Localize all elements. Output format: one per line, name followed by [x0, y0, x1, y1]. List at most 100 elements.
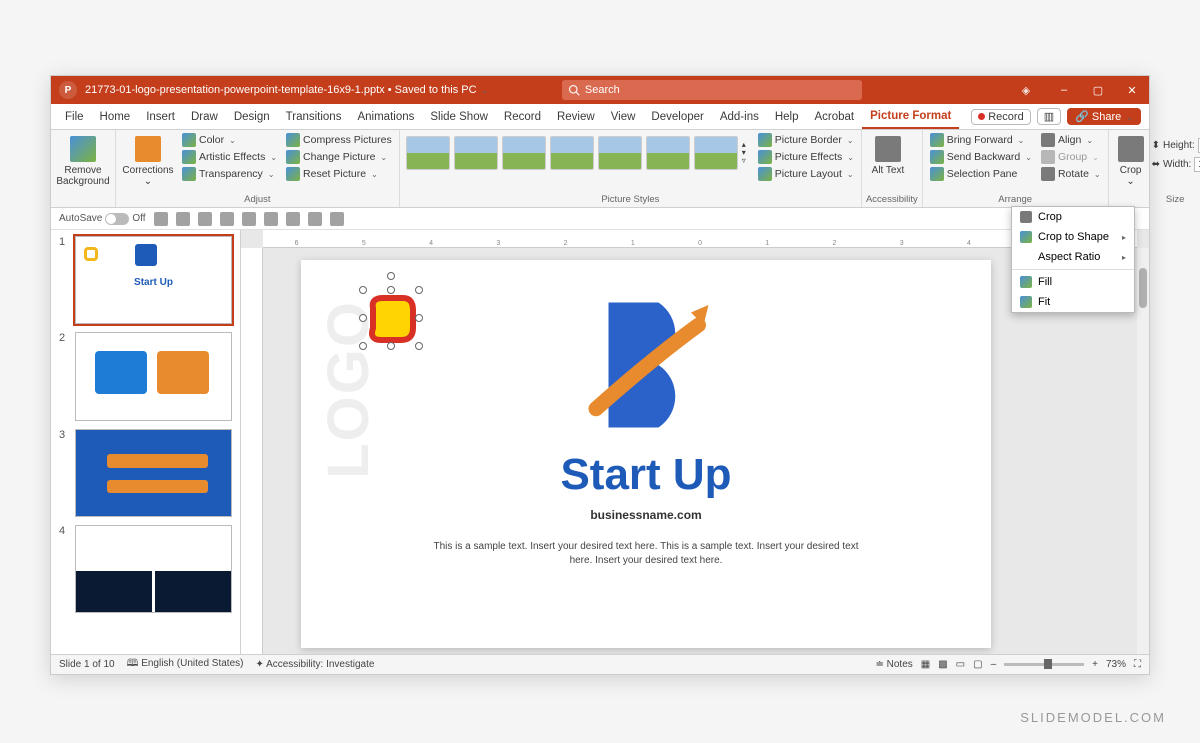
color-button[interactable]: Color⌄ — [179, 132, 280, 148]
resize-handle[interactable] — [387, 286, 395, 294]
style-preset[interactable] — [646, 136, 690, 170]
thumb-4[interactable]: 4 — [59, 525, 232, 613]
view-reading-button[interactable]: ▭ — [956, 659, 965, 670]
reset-picture-button[interactable]: Reset Picture⌄ — [283, 166, 395, 182]
style-preset[interactable] — [406, 136, 450, 170]
record-button[interactable]: Record — [971, 109, 1030, 125]
width-input[interactable] — [1194, 157, 1200, 172]
tab-home[interactable]: Home — [92, 104, 139, 129]
compress-button[interactable]: Compress Pictures — [283, 132, 395, 148]
tab-addins[interactable]: Add-ins — [712, 104, 767, 129]
remove-background-button[interactable]: Remove Background — [55, 132, 111, 187]
autosave-toggle[interactable]: AutoSaveOff — [59, 213, 146, 225]
undo-icon[interactable] — [176, 212, 190, 226]
present-button[interactable]: ▥ — [1037, 108, 1061, 125]
view-normal-button[interactable]: ▦ — [921, 659, 930, 670]
thumb-2[interactable]: 2 — [59, 332, 232, 420]
resize-handle[interactable] — [359, 314, 367, 322]
crop-menu-shape[interactable]: Crop to Shape▸ — [1012, 227, 1134, 247]
tab-transitions[interactable]: Transitions — [278, 104, 350, 129]
zoom-in-button[interactable]: + — [1092, 659, 1098, 670]
slide[interactable]: LOGO Start Up businessname.com This is a… — [301, 260, 991, 648]
resize-handle[interactable] — [415, 286, 423, 294]
resize-handle[interactable] — [415, 342, 423, 350]
qat-icon[interactable] — [330, 212, 344, 226]
minimize-button[interactable]: – — [1047, 76, 1081, 104]
crop-menu-crop[interactable]: Crop — [1012, 207, 1134, 227]
tab-insert[interactable]: Insert — [138, 104, 183, 129]
style-preset[interactable] — [598, 136, 642, 170]
maximize-button[interactable]: ▢ — [1081, 76, 1115, 104]
rotate-handle[interactable] — [387, 272, 395, 280]
style-preset[interactable] — [502, 136, 546, 170]
thumb-1[interactable]: 1 Start Up — [59, 236, 232, 324]
tab-design[interactable]: Design — [226, 104, 278, 129]
qat-icon[interactable] — [264, 212, 278, 226]
tab-developer[interactable]: Developer — [643, 104, 711, 129]
slide-subtitle: businessname.com — [301, 508, 991, 522]
search-box[interactable]: Search — [562, 80, 862, 100]
close-button[interactable]: ✕ — [1115, 76, 1149, 104]
tab-draw[interactable]: Draw — [183, 104, 226, 129]
tab-animations[interactable]: Animations — [349, 104, 422, 129]
view-slideshow-button[interactable]: ▢ — [973, 659, 982, 670]
crop-menu-fit[interactable]: Fit — [1012, 292, 1134, 312]
crop-menu-aspect[interactable]: Aspect Ratio▸ — [1012, 247, 1134, 267]
picture-styles-gallery[interactable]: ▴▾▿ — [404, 132, 748, 174]
zoom-out-button[interactable]: – — [991, 659, 997, 670]
tab-record[interactable]: Record — [496, 104, 549, 129]
zoom-value[interactable]: 73% — [1106, 659, 1126, 670]
bring-forward-button[interactable]: Bring Forward⌄ — [927, 132, 1035, 148]
gallery-more-button[interactable]: ▴▾▿ — [742, 141, 746, 165]
resize-handle[interactable] — [359, 342, 367, 350]
vertical-scrollbar[interactable] — [1137, 248, 1149, 654]
tab-view[interactable]: View — [603, 104, 644, 129]
tab-review[interactable]: Review — [549, 104, 603, 129]
send-backward-button[interactable]: Send Backward⌄ — [927, 149, 1035, 165]
scrollbar-thumb[interactable] — [1139, 268, 1147, 308]
share-button[interactable]: 🔗 Share ⌄ — [1067, 108, 1141, 125]
tab-slideshow[interactable]: Slide Show — [422, 104, 496, 129]
resize-handle[interactable] — [387, 342, 395, 350]
picture-border-button[interactable]: Picture Border⌄ — [755, 132, 857, 148]
style-preset[interactable] — [454, 136, 498, 170]
qat-icon[interactable] — [308, 212, 322, 226]
selection-pane-button[interactable]: Selection Pane — [927, 166, 1035, 182]
selected-picture[interactable] — [363, 290, 419, 346]
style-preset[interactable] — [550, 136, 594, 170]
notes-button[interactable]: ≐ Notes — [875, 659, 912, 670]
align-button[interactable]: Align⌄ — [1038, 132, 1104, 148]
alt-text-button[interactable]: Alt Text — [866, 132, 910, 176]
change-picture-button[interactable]: Change Picture⌄ — [283, 149, 395, 165]
rotate-button[interactable]: Rotate⌄ — [1038, 166, 1104, 182]
resize-handle[interactable] — [359, 286, 367, 294]
picture-effects-button[interactable]: Picture Effects⌄ — [755, 149, 857, 165]
location-icon[interactable]: ◈ — [1009, 76, 1043, 104]
tab-help[interactable]: Help — [767, 104, 807, 129]
transparency-button[interactable]: Transparency⌄ — [179, 166, 280, 182]
zoom-slider[interactable] — [1004, 663, 1084, 666]
style-preset[interactable] — [694, 136, 738, 170]
tab-picture-format[interactable]: Picture Format — [862, 104, 959, 129]
fit-to-window-button[interactable]: ⛶ — [1134, 659, 1141, 670]
tab-file[interactable]: File — [57, 104, 92, 129]
picture-layout-button[interactable]: Picture Layout⌄ — [755, 166, 857, 182]
artistic-effects-button[interactable]: Artistic Effects⌄ — [179, 149, 280, 165]
crop-button[interactable]: Crop⌄ — [1113, 132, 1149, 187]
view-sorter-button[interactable]: ▩ — [938, 659, 947, 670]
crop-menu-fill[interactable]: Fill — [1012, 272, 1134, 292]
tab-acrobat[interactable]: Acrobat — [807, 104, 863, 129]
resize-handle[interactable] — [415, 314, 423, 322]
qat-icon[interactable] — [286, 212, 300, 226]
ruler-horizontal: 6543210123456 — [263, 230, 1137, 248]
bring-forward-icon — [930, 133, 944, 147]
thumb-3[interactable]: 3 — [59, 429, 232, 517]
language-status[interactable]: 🕮 English (United States) — [127, 656, 244, 673]
qat-icon[interactable] — [242, 212, 256, 226]
group-button[interactable]: Group⌄ — [1038, 149, 1104, 165]
corrections-button[interactable]: Corrections⌄ — [120, 132, 176, 187]
redo-icon[interactable] — [198, 212, 212, 226]
accessibility-status[interactable]: ✦ Accessibility: Investigate — [255, 659, 374, 670]
slideshow-icon[interactable] — [220, 212, 234, 226]
save-icon[interactable] — [154, 212, 168, 226]
